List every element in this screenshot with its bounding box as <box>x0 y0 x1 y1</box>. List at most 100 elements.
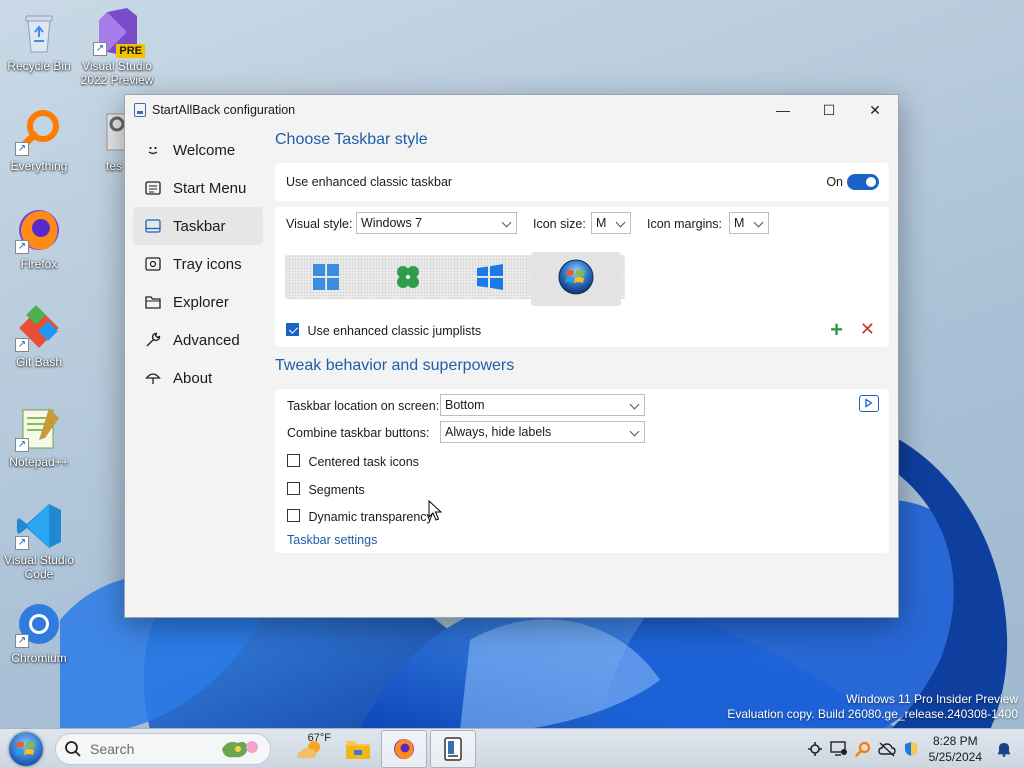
sidebar-item-welcome[interactable]: Welcome <box>133 131 263 169</box>
shortcut-arrow-icon: ↗ <box>15 438 29 452</box>
style-option-clover[interactable] <box>367 257 449 301</box>
segments-checkbox[interactable] <box>287 482 300 496</box>
icon-margins-label: Icon margins: <box>647 217 723 231</box>
git-bash-icon: ↗ <box>15 304 63 352</box>
desktop-icon-notepad-plus-plus[interactable]: ↗ Notepad++ <box>0 404 78 469</box>
style-option-windows-11[interactable] <box>285 257 367 301</box>
minimize-button[interactable]: — <box>760 95 806 125</box>
desktop-icon-visual-studio[interactable]: PRE ↗ Visual Studio 2022 Preview <box>78 8 156 87</box>
search-icon <box>65 740 81 757</box>
sidebar-item-taskbar[interactable]: Taskbar <box>133 207 263 245</box>
desktop-icon-label: Git Bash <box>15 355 63 369</box>
sidebar-item-about[interactable]: About <box>133 359 263 397</box>
taskbar-location-select[interactable]: Bottom <box>440 394 645 416</box>
watermark-edition: Windows 11 Pro Insider Preview <box>846 692 1018 706</box>
desktop-icon-label: Everything <box>10 159 68 173</box>
tray-security-shield-icon[interactable] <box>899 737 923 761</box>
dynamic-transparency-label: Dynamic transparency <box>308 510 433 524</box>
jumplists-checkbox[interactable] <box>286 323 299 337</box>
centered-icons-row[interactable]: Centered task icons <box>287 453 419 471</box>
sidebar-item-advanced[interactable]: Advanced <box>133 321 263 359</box>
firefox-icon: ↗ <box>15 206 63 254</box>
add-icon[interactable]: + <box>830 317 843 343</box>
enhanced-taskbar-state: On <box>826 175 843 189</box>
shortcut-arrow-icon: ↗ <box>15 634 29 648</box>
visual-style-select[interactable]: Windows 7 <box>356 212 517 234</box>
centered-icons-checkbox[interactable] <box>287 454 300 468</box>
sidebar-item-label: Start Menu <box>173 179 247 197</box>
enhanced-taskbar-toggle[interactable] <box>847 174 879 190</box>
sidebar-item-tray-icons[interactable]: Tray icons <box>133 245 263 283</box>
visual-style-value: Windows 7 <box>361 216 423 230</box>
shortcut-arrow-icon: ↗ <box>15 536 29 550</box>
sidebar-item-label: Welcome <box>173 141 236 159</box>
chevron-down-icon <box>629 399 640 410</box>
windows-7-orb-icon <box>558 259 594 300</box>
desktop-icon-recycle-bin[interactable]: Recycle Bin <box>0 8 78 73</box>
combine-buttons-select[interactable]: Always, hide labels <box>440 421 645 443</box>
taskbar-file-explorer[interactable] <box>335 730 381 768</box>
desktop-icon-label: Recycle Bin <box>7 59 71 73</box>
weather-widget[interactable]: 67°F <box>283 730 335 768</box>
tweaks-card: Taskbar location on screen: Bottom Combi… <box>275 389 889 553</box>
tray-icon <box>144 255 162 273</box>
taskbar-settings-link[interactable]: Taskbar settings <box>287 533 377 547</box>
style-option-windows-7[interactable] <box>531 252 621 306</box>
remove-icon[interactable]: ✕ <box>860 319 875 340</box>
desktop-icon-chromium[interactable]: ↗ Chromium <box>0 600 78 665</box>
sidebar-item-label: Taskbar <box>173 217 226 235</box>
desktop-icon-firefox[interactable]: ↗ Firefox <box>0 206 78 271</box>
taskbar-clock[interactable]: 8:28 PM 5/25/2024 <box>929 733 982 765</box>
sidebar-item-explorer[interactable]: Explorer <box>133 283 263 321</box>
sidebar: Welcome Start Menu Taskbar Tray icons Ex… <box>133 131 263 397</box>
enhanced-taskbar-label: Use enhanced classic taskbar <box>286 175 453 189</box>
clover-logo-icon <box>395 264 421 295</box>
video-play-icon[interactable] <box>859 395 879 412</box>
notepad-plus-plus-icon: ↗ <box>15 404 63 452</box>
icon-margins-value: M <box>734 216 745 230</box>
recycle-bin-icon <box>15 8 63 56</box>
sidebar-item-start-menu[interactable]: Start Menu <box>133 169 263 207</box>
taskbar-startallback[interactable] <box>430 729 476 768</box>
everything-magnifier-icon: ↗ <box>15 108 63 156</box>
shortcut-arrow-icon: ↗ <box>15 142 29 156</box>
shortcut-arrow-icon: ↗ <box>93 42 107 56</box>
desktop-icon-git-bash[interactable]: ↗ Git Bash <box>0 304 78 369</box>
startallback-app-icon <box>444 736 462 761</box>
jumplists-row[interactable]: Use enhanced classic jumplists <box>286 322 481 340</box>
desktop-icon-everything[interactable]: ↗ Everything <box>0 108 78 173</box>
tray-network-offline-icon[interactable] <box>875 737 899 761</box>
weather-temperature: 67°F <box>307 731 331 744</box>
title-bar[interactable]: StartAllBack configuration — ☐ ✕ <box>125 95 898 125</box>
system-tray: 8:28 PM 5/25/2024 <box>803 729 1024 768</box>
enhanced-taskbar-card: Use enhanced classic taskbar On <box>275 163 889 201</box>
icon-margins-select[interactable]: M <box>729 212 769 234</box>
dynamic-transparency-checkbox[interactable] <box>287 509 300 523</box>
section-title-tweaks: Tweak behavior and superpowers <box>275 357 515 374</box>
search-highlight-icon <box>218 737 262 766</box>
evaluation-watermark: Windows 11 Pro Insider Preview Evaluatio… <box>727 692 1018 722</box>
vscode-icon: ↗ <box>15 502 63 550</box>
wrench-icon <box>144 331 162 349</box>
taskbar-firefox[interactable] <box>381 729 427 768</box>
style-option-windows-10[interactable] <box>449 257 531 301</box>
segments-label: Segments <box>308 483 365 497</box>
mouse-cursor-icon <box>428 499 443 527</box>
maximize-button[interactable]: ☐ <box>806 95 852 125</box>
desktop-icon-label: Notepad++ <box>9 455 69 469</box>
tray-settings-icon[interactable] <box>803 737 827 761</box>
taskbar-search-box[interactable]: Search <box>55 732 271 766</box>
notification-bell-icon[interactable] <box>992 737 1016 761</box>
start-button[interactable] <box>9 731 43 766</box>
startallback-window: StartAllBack configuration — ☐ ✕ Welcome… <box>124 94 899 618</box>
chevron-down-icon <box>753 217 764 228</box>
icon-size-select[interactable]: M <box>591 212 631 234</box>
desktop-icon-vscode[interactable]: ↗ Visual Studio Code <box>0 502 78 581</box>
segments-row[interactable]: Segments <box>287 481 365 499</box>
close-button[interactable]: ✕ <box>852 95 898 125</box>
desktop-icon-label: Visual Studio 2022 Preview <box>80 59 154 87</box>
tray-everything-icon[interactable] <box>851 737 875 761</box>
dynamic-transparency-row[interactable]: Dynamic transparency <box>287 508 433 526</box>
file-explorer-icon <box>346 740 370 759</box>
tray-display-icon[interactable] <box>827 737 851 761</box>
